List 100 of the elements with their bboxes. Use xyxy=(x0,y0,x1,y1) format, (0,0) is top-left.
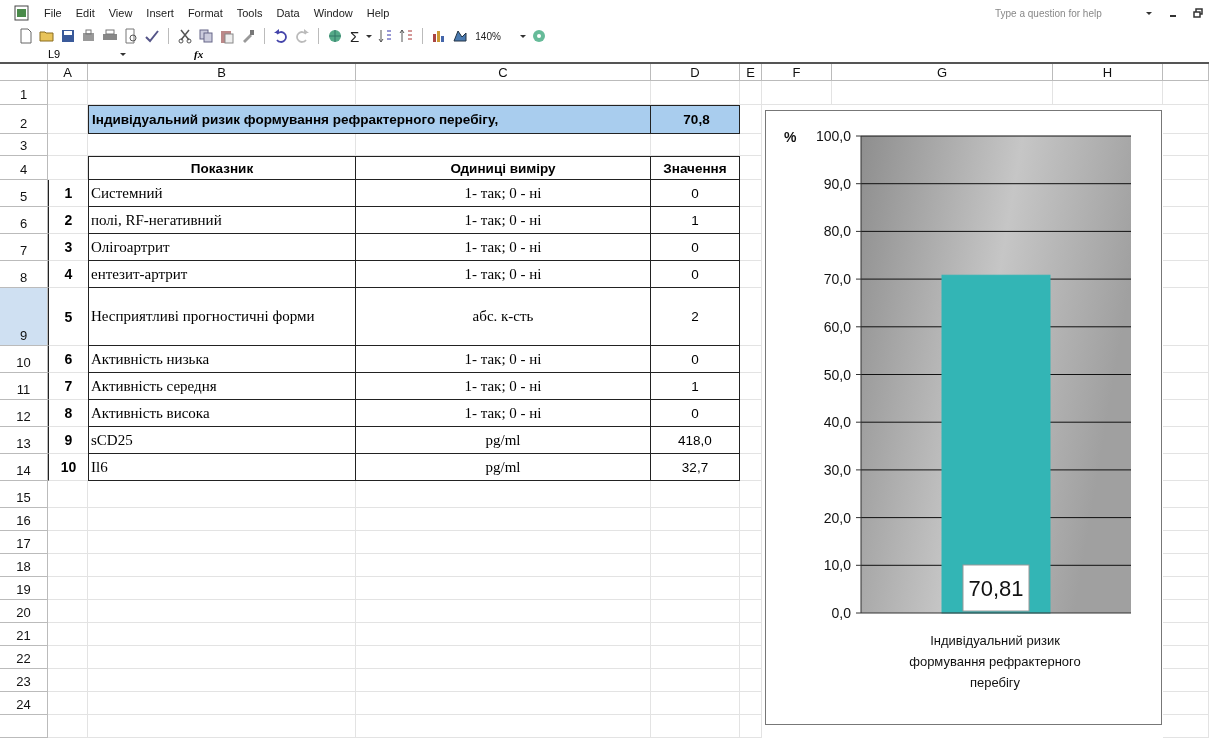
sheet-cell[interactable] xyxy=(740,715,762,738)
row-header[interactable]: 15 xyxy=(0,481,48,508)
sheet-cell[interactable] xyxy=(356,669,651,692)
row-header[interactable]: 8 xyxy=(0,261,48,288)
sheet-cell[interactable] xyxy=(1163,427,1209,454)
sheet-cell[interactable] xyxy=(48,623,88,646)
column-header[interactable]: E xyxy=(740,64,762,81)
column-header[interactable] xyxy=(1163,64,1209,81)
permission-icon[interactable] xyxy=(81,28,97,44)
menu-item[interactable]: File xyxy=(44,7,62,19)
spelling-icon[interactable] xyxy=(144,28,160,44)
row-header[interactable]: 6 xyxy=(0,207,48,234)
sheet-cell[interactable] xyxy=(1163,346,1209,373)
new-document-icon[interactable] xyxy=(18,28,34,44)
row-header[interactable]: 16 xyxy=(0,508,48,531)
sheet-cell[interactable] xyxy=(740,81,762,105)
sheet-cell[interactable] xyxy=(1053,81,1163,105)
sheet-cell[interactable] xyxy=(1163,531,1209,554)
menu-item[interactable]: Tools xyxy=(236,7,263,19)
sheet-cell[interactable] xyxy=(740,481,762,508)
menu-item[interactable]: Data xyxy=(276,7,300,19)
sheet-cell[interactable] xyxy=(1163,288,1209,346)
row-header[interactable]: 5 xyxy=(0,180,48,207)
sheet-cell[interactable] xyxy=(651,646,740,669)
sheet-cell[interactable] xyxy=(1163,373,1209,400)
row-header[interactable] xyxy=(0,715,48,738)
sheet-cell[interactable] xyxy=(88,692,356,715)
sheet-cell[interactable] xyxy=(740,623,762,646)
sheet-cell[interactable] xyxy=(356,577,651,600)
sheet-cell[interactable] xyxy=(1163,646,1209,669)
row-header[interactable]: 22 xyxy=(0,646,48,669)
sheet-cell[interactable] xyxy=(1163,81,1209,105)
row-header[interactable]: 10 xyxy=(0,346,48,373)
sheet-cell[interactable] xyxy=(1163,481,1209,508)
sheet-cell[interactable] xyxy=(1163,600,1209,623)
sheet-cell[interactable] xyxy=(48,577,88,600)
sheet-cell[interactable] xyxy=(88,623,356,646)
sheet-cell[interactable] xyxy=(740,134,762,156)
sheet-cell[interactable] xyxy=(740,669,762,692)
drawing-icon[interactable] xyxy=(452,28,469,44)
function-button[interactable]: fx xyxy=(194,48,204,60)
globe-icon[interactable] xyxy=(327,28,343,44)
row-header[interactable]: 9 xyxy=(0,288,48,346)
row-header[interactable]: 11 xyxy=(0,373,48,400)
sheet-cell[interactable] xyxy=(740,531,762,554)
menu-item[interactable]: Format xyxy=(187,7,223,19)
sheet-cell[interactable] xyxy=(1163,554,1209,577)
select-all-corner[interactable] xyxy=(0,64,48,81)
sheet-cell[interactable] xyxy=(48,508,88,531)
sheet-cell[interactable] xyxy=(651,531,740,554)
sheet-cell[interactable] xyxy=(1163,577,1209,600)
sheet-cell[interactable] xyxy=(356,692,651,715)
sheet-cell[interactable] xyxy=(1163,454,1209,481)
sheet-cell[interactable] xyxy=(356,623,651,646)
zoom-field[interactable]: 140% xyxy=(473,29,515,43)
sheet-cell[interactable] xyxy=(740,508,762,531)
row-header[interactable]: 13 xyxy=(0,427,48,454)
sheet-cell[interactable] xyxy=(356,715,651,738)
open-folder-icon[interactable] xyxy=(39,28,55,44)
sheet-cell[interactable] xyxy=(48,554,88,577)
workbook-icon[interactable] xyxy=(14,5,30,21)
sheet-cell[interactable] xyxy=(48,692,88,715)
sheet-cell[interactable] xyxy=(88,554,356,577)
sheet-cell[interactable] xyxy=(651,692,740,715)
row-header[interactable]: 23 xyxy=(0,669,48,692)
sheet-cell[interactable] xyxy=(48,134,88,156)
menu-item[interactable]: View xyxy=(108,7,133,19)
caret-icon[interactable] xyxy=(120,51,126,57)
sheet-cell[interactable] xyxy=(88,508,356,531)
sheet-cell[interactable] xyxy=(356,646,651,669)
row-header[interactable]: 14 xyxy=(0,454,48,481)
sheet-cell[interactable] xyxy=(1163,180,1209,207)
sheet-cell[interactable] xyxy=(651,600,740,623)
dropdown-arrow-icon[interactable] xyxy=(1145,9,1153,17)
copy-icon[interactable] xyxy=(198,28,214,44)
sheet-cell[interactable] xyxy=(356,508,651,531)
sheet-cell[interactable] xyxy=(762,81,832,105)
undo-icon[interactable] xyxy=(273,28,289,44)
sort-descending-icon[interactable] xyxy=(398,28,415,44)
sheet-cell[interactable] xyxy=(88,646,356,669)
row-header[interactable]: 7 xyxy=(0,234,48,261)
menu-item[interactable]: Window xyxy=(313,7,353,19)
row-header[interactable]: 19 xyxy=(0,577,48,600)
row-header[interactable]: 21 xyxy=(0,623,48,646)
row-header[interactable]: 24 xyxy=(0,692,48,715)
sheet-cell[interactable] xyxy=(48,669,88,692)
row-header[interactable]: 18 xyxy=(0,554,48,577)
column-header[interactable]: H xyxy=(1053,64,1163,81)
paste-icon[interactable] xyxy=(219,28,235,44)
sheet-cell[interactable] xyxy=(651,554,740,577)
redo-icon[interactable] xyxy=(294,28,310,44)
sheet-cell[interactable] xyxy=(1163,207,1209,234)
sheet-cell[interactable] xyxy=(88,600,356,623)
sheet-cell[interactable] xyxy=(48,600,88,623)
column-header[interactable]: A xyxy=(48,64,88,81)
sheet-cell[interactable] xyxy=(88,577,356,600)
sheet-cell[interactable] xyxy=(1163,134,1209,156)
sheet-cell[interactable] xyxy=(48,715,88,738)
print-preview-icon[interactable] xyxy=(123,28,139,44)
sheet-cell[interactable] xyxy=(651,623,740,646)
